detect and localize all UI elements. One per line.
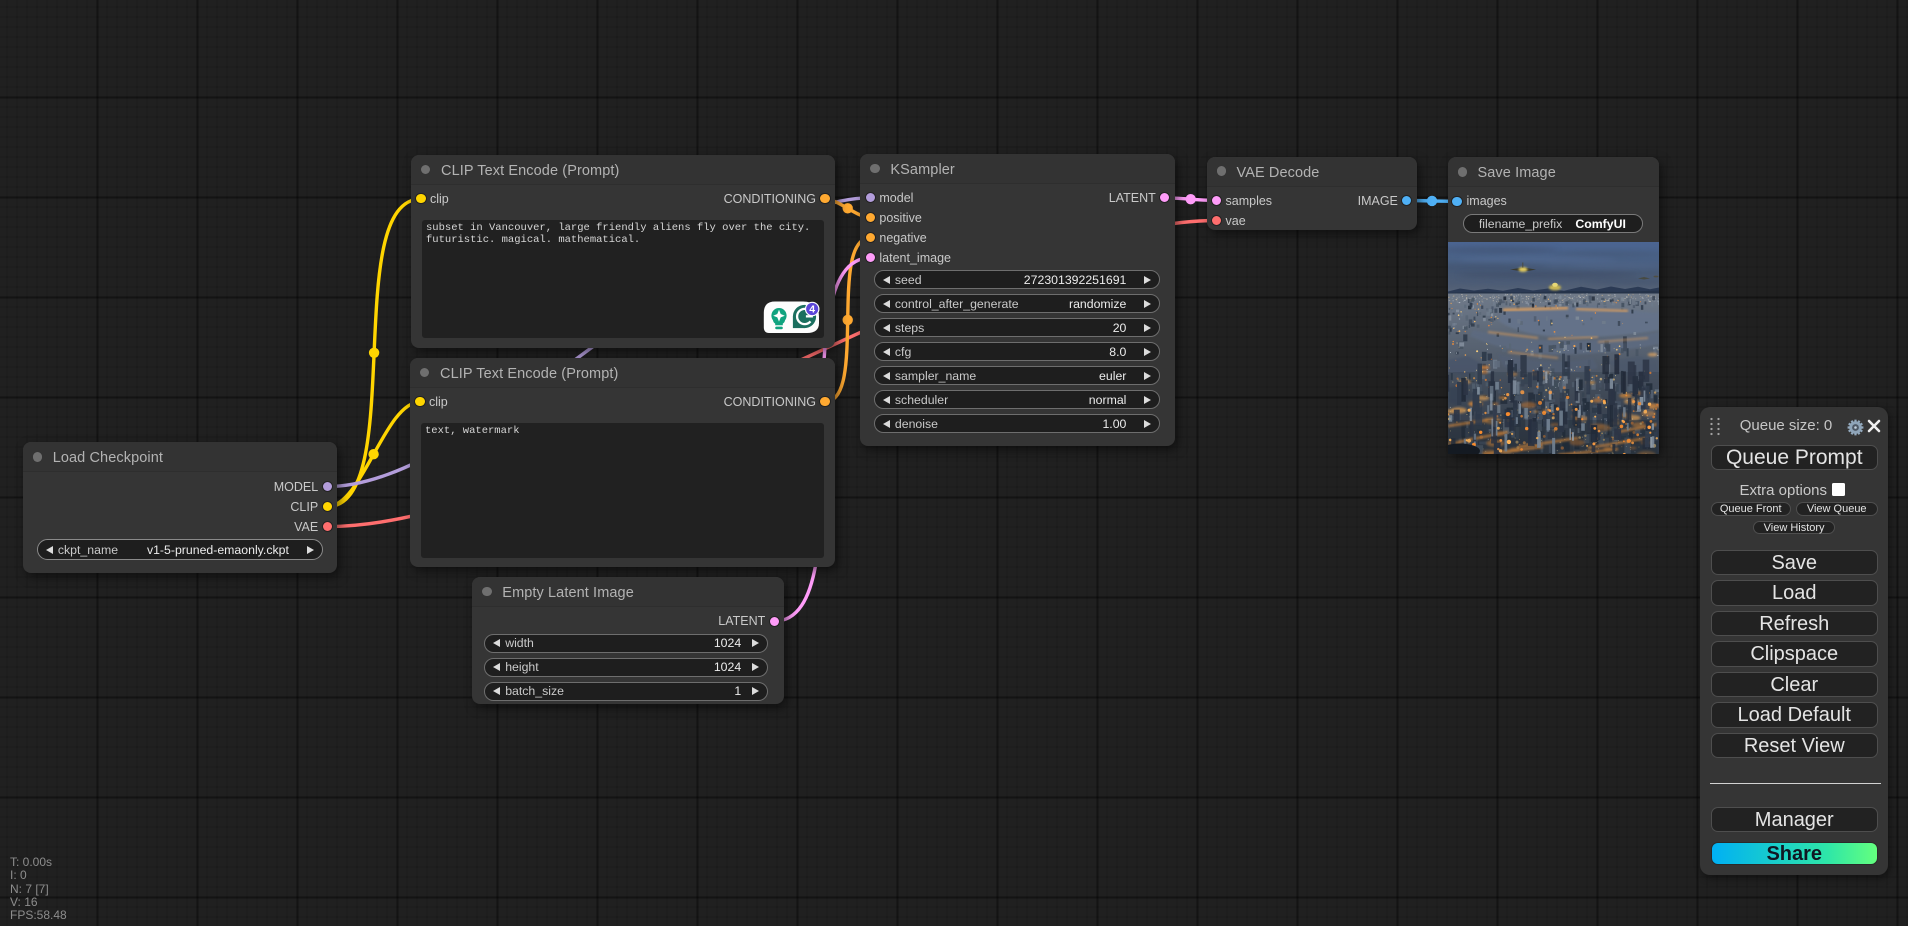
svg-text:4: 4 xyxy=(810,304,816,316)
